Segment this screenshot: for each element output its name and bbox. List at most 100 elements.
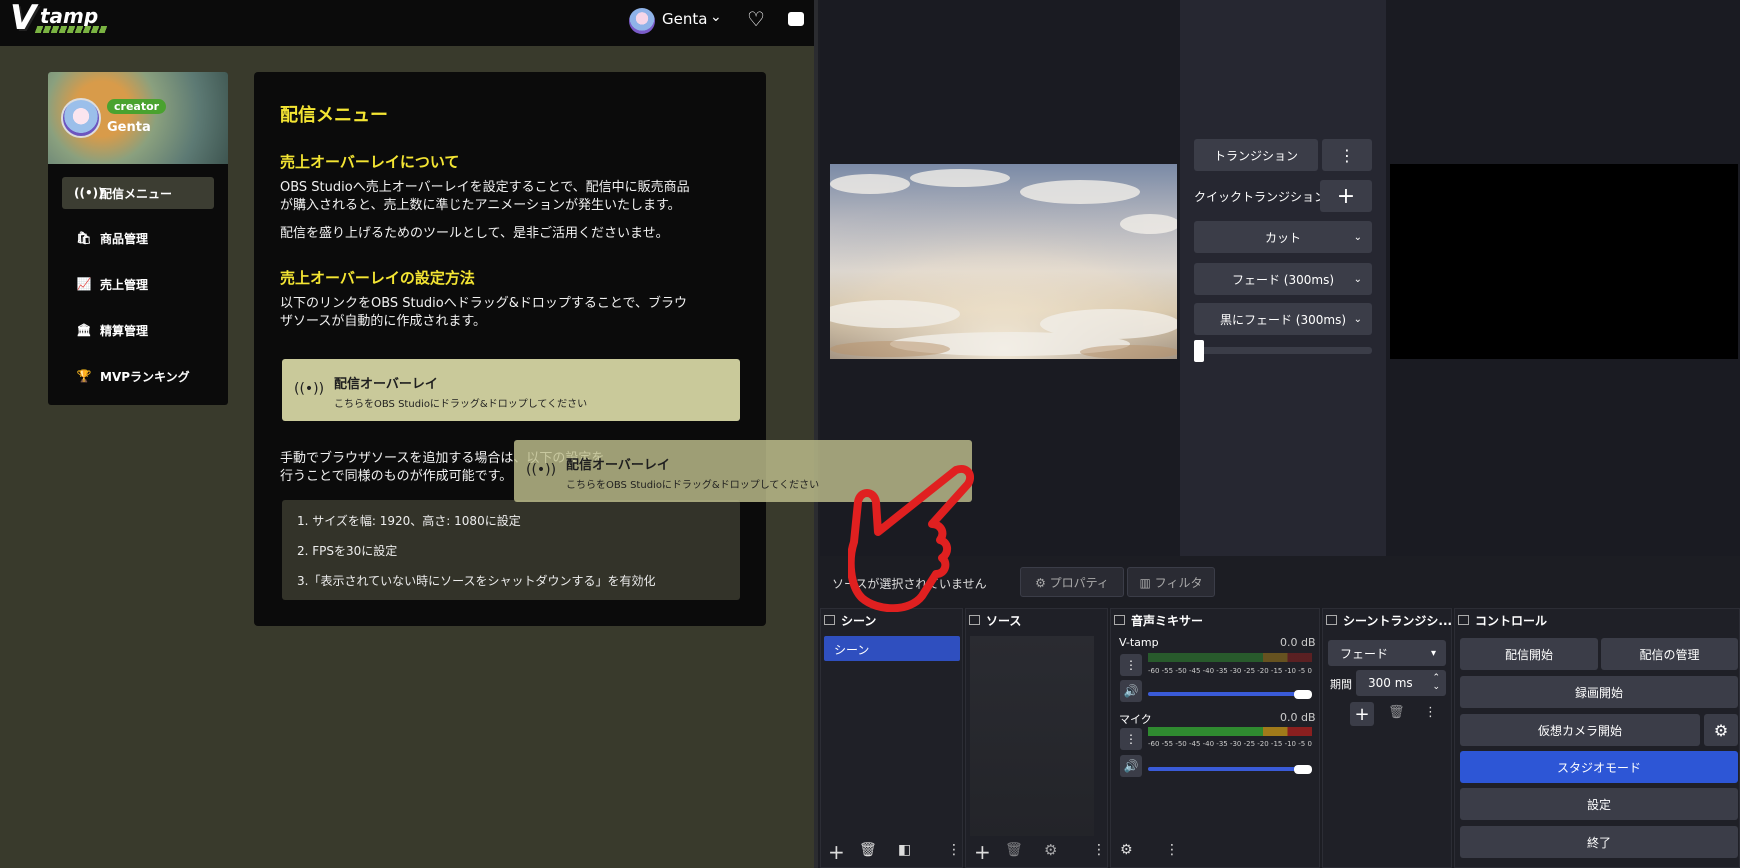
speaker-icon[interactable]: 🔊 <box>1120 755 1142 777</box>
dock-float-icon[interactable] <box>1458 615 1469 625</box>
volume-meter <box>1148 653 1312 662</box>
studio-mode-button[interactable]: スタジオモード <box>1460 751 1738 783</box>
transition-type-select[interactable]: フェード ▾ <box>1328 640 1446 666</box>
add-source-icon[interactable]: + <box>974 840 991 864</box>
setup-line-1: 以下のリンクをOBS Studioへドラッグ&ドロップすることで、ブラウ <box>280 296 687 311</box>
settings-button[interactable]: 設定 <box>1460 788 1738 820</box>
mixer-channel-name: V-tamp <box>1119 636 1159 649</box>
bank-icon: 🏛 <box>76 323 92 337</box>
gear-icon[interactable]: ⚙ <box>1120 842 1133 858</box>
exit-button[interactable]: 終了 <box>1460 826 1738 858</box>
transition-button[interactable]: トランジション <box>1194 139 1318 171</box>
preview-image[interactable] <box>820 164 1180 359</box>
header-user-name[interactable]: Genta <box>662 10 707 28</box>
more-icon[interactable]: ⋮ <box>1165 842 1179 858</box>
quick-transition-fade-black[interactable]: 黒にフェード (300ms) ⌄ <box>1194 303 1372 335</box>
wallet-icon[interactable] <box>788 12 804 26</box>
chevron-down-icon[interactable]: ⌄ <box>710 9 722 25</box>
properties-button[interactable]: ⚙ プロパティ <box>1020 567 1124 597</box>
filter-button[interactable]: ▥ フィルタ <box>1127 567 1215 597</box>
transition-bar[interactable] <box>1194 347 1372 354</box>
quick-transition-fade[interactable]: フェード (300ms) ⌄ <box>1194 263 1372 295</box>
section-title-about: 売上オーバーレイについて <box>280 153 460 171</box>
broadcast-icon: ((•)) <box>74 186 104 200</box>
sources-list[interactable] <box>970 636 1094 836</box>
more-icon[interactable]: ⋮ <box>1424 705 1437 720</box>
more-icon[interactable]: ⋮ <box>1120 728 1142 750</box>
volume-slider-knob[interactable] <box>1294 690 1312 699</box>
stepper-icon[interactable]: ⌃ ⌄ <box>1432 674 1440 692</box>
select-value: フェード <box>1340 646 1389 661</box>
about-line-1: OBS Studioへ売上オーバーレイを設定することで、配信中に販売商品 <box>280 180 690 195</box>
more-icon[interactable]: ⋮ <box>1092 842 1106 858</box>
about-paragraph-2: 配信を盛り上げるためのツールとして、是非ご活用くださいませ。 <box>280 226 669 241</box>
dock-title-label: シーントランジシ... <box>1343 613 1453 628</box>
dock-float-icon[interactable] <box>1114 615 1125 625</box>
gear-icon[interactable]: ⚙ <box>1044 841 1057 859</box>
volume-slider[interactable] <box>1148 692 1310 696</box>
sidebar-item-label: 配信メニュー <box>100 186 173 201</box>
add-quick-transition-button[interactable]: + <box>1320 180 1372 212</box>
header-avatar[interactable] <box>629 8 655 34</box>
dropdown-label: 黒にフェード (300ms) <box>1219 312 1347 327</box>
scenes-dock-title: シーン <box>824 610 876 630</box>
step-item: 1. サイズを幅: 1920、高さ: 1080に設定 <box>297 514 521 528</box>
gear-icon[interactable]: ⚙ <box>1704 714 1738 746</box>
start-recording-button[interactable]: 録画開始 <box>1460 676 1738 708</box>
more-icon[interactable]: ⋮ <box>1120 654 1142 676</box>
shopping-bag-icon: 🛍 <box>76 231 92 245</box>
vtamp-logo[interactable]: V tamp <box>6 0 110 40</box>
scene-list-item[interactable]: シーン <box>824 636 960 661</box>
start-virtual-camera-button[interactable]: 仮想カメラ開始 <box>1460 714 1700 746</box>
page-title: 配信メニュー <box>280 105 388 126</box>
add-scene-icon[interactable]: + <box>828 840 845 864</box>
volume-slider[interactable] <box>1148 767 1310 771</box>
controls-dock-title: コントロール <box>1458 610 1547 630</box>
trophy-icon: 🏆 <box>76 369 92 383</box>
sidebar-item-stream-menu[interactable]: ((•)) 配信メニュー <box>62 177 214 209</box>
sidebar-item-sales[interactable]: 📈 売上管理 <box>62 268 214 300</box>
transitions-dock-title: シーントランジシ... <box>1326 610 1452 630</box>
start-streaming-button[interactable]: 配信開始 <box>1460 638 1598 670</box>
program-output[interactable] <box>1390 164 1738 359</box>
quick-transition-cut[interactable]: カット ⌄ <box>1194 221 1372 253</box>
overlay-title: 配信オーバーレイ <box>334 377 438 392</box>
chart-line-icon: 📈 <box>76 277 92 291</box>
period-input[interactable]: 300 ms ⌃ ⌄ <box>1356 670 1446 696</box>
dock-float-icon[interactable] <box>824 615 835 625</box>
stepper-down-icon[interactable]: ⌄ <box>1432 682 1440 692</box>
heart-icon[interactable]: ♡ <box>747 7 765 31</box>
dock-title-label: 音声ミキサー <box>1131 613 1204 628</box>
chevron-down-icon: ⌄ <box>1353 273 1362 285</box>
more-icon[interactable]: ⋮ <box>947 842 961 858</box>
overlay-drag-link[interactable]: ((•)) 配信オーバーレイ こちらをOBS Studioにドラッグ&ドロップし… <box>282 359 740 421</box>
meter-scale: -60 -55 -50 -45 -40 -35 -30 -25 -20 -15 … <box>1148 740 1312 748</box>
dropdown-icon: ▾ <box>1430 647 1436 659</box>
dropdown-label: カット <box>1264 230 1301 245</box>
dock-float-icon[interactable] <box>1326 615 1337 625</box>
trash-icon[interactable]: 🗑 <box>859 842 877 858</box>
logo-v: V <box>10 0 37 38</box>
dock-float-icon[interactable] <box>969 615 980 625</box>
speaker-icon[interactable]: 🔊 <box>1120 680 1142 702</box>
mixer-channel-name: マイク <box>1119 713 1152 726</box>
mixer-channel-db: 0.0 dB <box>1280 711 1316 724</box>
sidebar-item-settlement[interactable]: 🏛 精算管理 <box>62 314 214 346</box>
add-transition-button[interactable]: + <box>1350 702 1374 726</box>
logo-text: tamp <box>40 4 99 28</box>
volume-slider-knob[interactable] <box>1294 765 1312 774</box>
sidebar-item-products[interactable]: 🛍 商品管理 <box>62 222 214 254</box>
sidebar-item-mvp-ranking[interactable]: 🏆 MVPランキング <box>62 360 214 392</box>
more-icon[interactable]: ⋮ <box>1322 139 1372 171</box>
section-title-setup: 売上オーバーレイの設定方法 <box>280 269 475 287</box>
sidebar-item-label: 商品管理 <box>100 231 149 246</box>
manage-stream-button[interactable]: 配信の管理 <box>1601 638 1738 670</box>
trash-icon[interactable]: 🗑 <box>1388 705 1405 720</box>
sidebar-item-label: 売上管理 <box>100 277 149 292</box>
filter-icon[interactable]: ◧ <box>898 842 911 858</box>
broadcast-icon: ((•)) <box>526 462 557 478</box>
sources-dock-title: ソース <box>969 610 1021 630</box>
trash-icon[interactable]: 🗑 <box>1005 842 1023 858</box>
transition-bar-handle[interactable] <box>1194 340 1204 362</box>
step-item: 3.「表示されていない時にソースをシャットダウンする」を有効化 <box>297 574 656 588</box>
